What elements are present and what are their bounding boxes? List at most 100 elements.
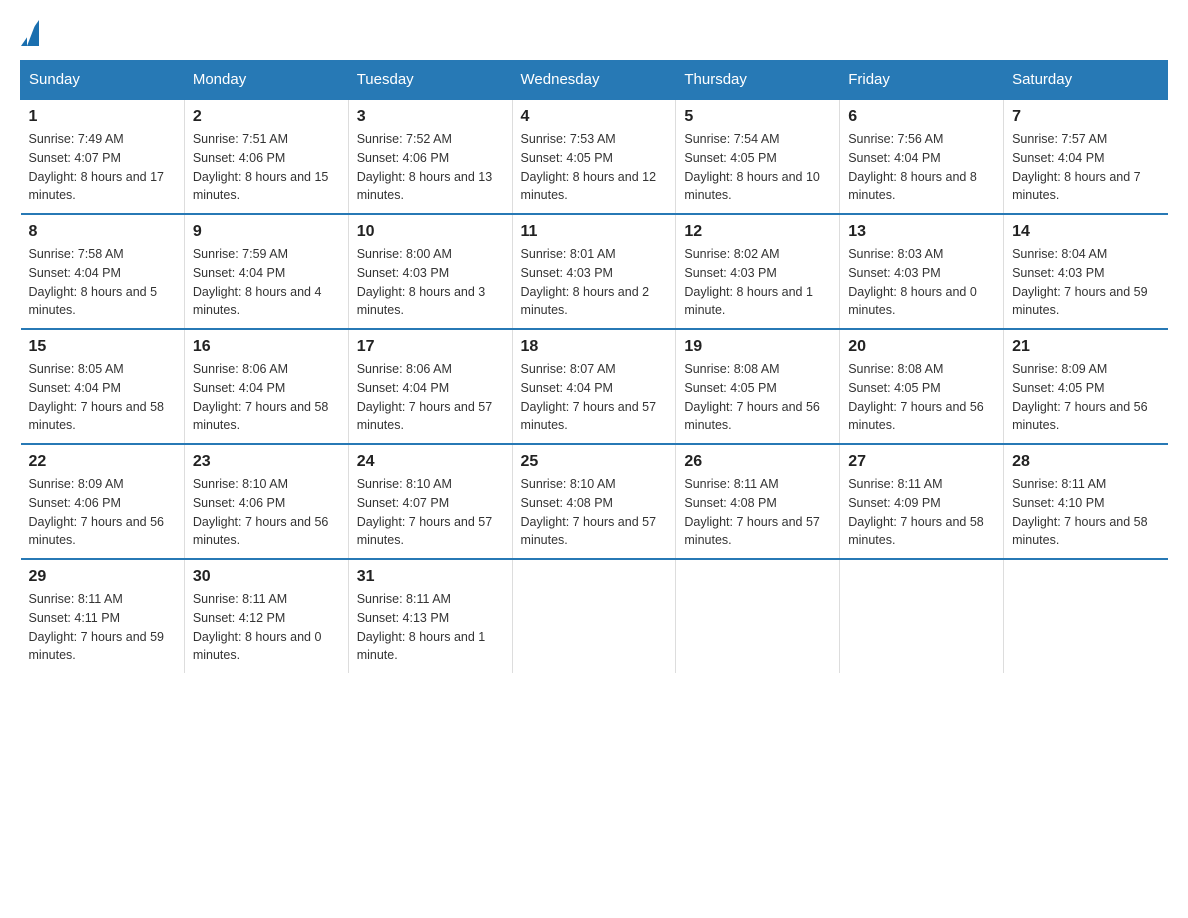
day-info: Sunrise: 8:09 AMSunset: 4:06 PMDaylight:… bbox=[29, 475, 176, 550]
day-number: 17 bbox=[357, 338, 504, 356]
header-saturday: Saturday bbox=[1004, 61, 1168, 100]
table-row: 17 Sunrise: 8:06 AMSunset: 4:04 PMDayligh… bbox=[348, 329, 512, 444]
day-info: Sunrise: 7:56 AMSunset: 4:04 PMDaylight:… bbox=[848, 130, 995, 205]
day-info: Sunrise: 7:53 AMSunset: 4:05 PMDaylight:… bbox=[521, 130, 668, 205]
day-number: 4 bbox=[521, 108, 668, 126]
day-info: Sunrise: 8:06 AMSunset: 4:04 PMDaylight:… bbox=[357, 360, 504, 435]
table-row: 1Sunrise: 7:49 AMSunset: 4:07 PMDaylight… bbox=[21, 99, 185, 214]
day-number: 24 bbox=[357, 453, 504, 471]
table-row: 9 Sunrise: 7:59 AMSunset: 4:04 PMDaylight… bbox=[184, 214, 348, 329]
table-row: 29Sunrise: 8:11 AMSunset: 4:11 PMDayligh… bbox=[21, 559, 185, 673]
table-row: 20 Sunrise: 8:08 AMSunset: 4:05 PMDayligh… bbox=[840, 329, 1004, 444]
day-number: 28 bbox=[1012, 453, 1159, 471]
day-info: Sunrise: 8:08 AMSunset: 4:05 PMDaylight:… bbox=[848, 360, 995, 435]
day-info: Sunrise: 8:03 AMSunset: 4:03 PMDaylight:… bbox=[848, 245, 995, 320]
table-row: 11 Sunrise: 8:01 AMSunset: 4:03 PMDayligh… bbox=[512, 214, 676, 329]
calendar-week-row: 29Sunrise: 8:11 AMSunset: 4:11 PMDayligh… bbox=[21, 559, 1168, 673]
table-row bbox=[676, 559, 840, 673]
table-row: 14 Sunrise: 8:04 AMSunset: 4:03 PMDayligh… bbox=[1004, 214, 1168, 329]
table-row: 8Sunrise: 7:58 AMSunset: 4:04 PMDaylight… bbox=[21, 214, 185, 329]
day-info: Sunrise: 8:10 AMSunset: 4:06 PMDaylight:… bbox=[193, 475, 340, 550]
day-info: Sunrise: 8:06 AMSunset: 4:04 PMDaylight:… bbox=[193, 360, 340, 435]
day-info: Sunrise: 8:04 AMSunset: 4:03 PMDaylight:… bbox=[1012, 245, 1159, 320]
day-number: 31 bbox=[357, 568, 504, 586]
day-number: 18 bbox=[521, 338, 668, 356]
day-number: 29 bbox=[29, 568, 176, 586]
day-number: 30 bbox=[193, 568, 340, 586]
day-info: Sunrise: 7:51 AMSunset: 4:06 PMDaylight:… bbox=[193, 130, 340, 205]
header-monday: Monday bbox=[184, 61, 348, 100]
table-row: 12 Sunrise: 8:02 AMSunset: 4:03 PMDayligh… bbox=[676, 214, 840, 329]
day-number: 10 bbox=[357, 223, 504, 241]
header-wednesday: Wednesday bbox=[512, 61, 676, 100]
table-row: 27 Sunrise: 8:11 AMSunset: 4:09 PMDayligh… bbox=[840, 444, 1004, 559]
table-row: 4 Sunrise: 7:53 AMSunset: 4:05 PMDaylight… bbox=[512, 99, 676, 214]
table-row: 31 Sunrise: 8:11 AMSunset: 4:13 PMDayligh… bbox=[348, 559, 512, 673]
table-row: 23 Sunrise: 8:10 AMSunset: 4:06 PMDayligh… bbox=[184, 444, 348, 559]
table-row: 30 Sunrise: 8:11 AMSunset: 4:12 PMDayligh… bbox=[184, 559, 348, 673]
header-tuesday: Tuesday bbox=[348, 61, 512, 100]
day-info: Sunrise: 8:11 AMSunset: 4:13 PMDaylight:… bbox=[357, 590, 504, 665]
table-row: 6 Sunrise: 7:56 AMSunset: 4:04 PMDaylight… bbox=[840, 99, 1004, 214]
table-row: 10 Sunrise: 8:00 AMSunset: 4:03 PMDayligh… bbox=[348, 214, 512, 329]
day-number: 11 bbox=[521, 223, 668, 241]
calendar-week-row: 1Sunrise: 7:49 AMSunset: 4:07 PMDaylight… bbox=[21, 99, 1168, 214]
table-row: 22 Sunrise: 8:09 AMSunset: 4:06 PMDayligh… bbox=[21, 444, 185, 559]
table-row: 24 Sunrise: 8:10 AMSunset: 4:07 PMDayligh… bbox=[348, 444, 512, 559]
header-sunday: Sunday bbox=[21, 61, 185, 100]
calendar-table: Sunday Monday Tuesday Wednesday Thursday… bbox=[20, 60, 1168, 673]
day-number: 7 bbox=[1012, 108, 1159, 126]
day-info: Sunrise: 7:49 AMSunset: 4:07 PMDaylight:… bbox=[29, 130, 176, 205]
table-row: 2 Sunrise: 7:51 AMSunset: 4:06 PMDaylight… bbox=[184, 99, 348, 214]
table-row bbox=[1004, 559, 1168, 673]
day-info: Sunrise: 7:57 AMSunset: 4:04 PMDaylight:… bbox=[1012, 130, 1159, 205]
table-row: 28Sunrise: 8:11 AMSunset: 4:10 PMDayligh… bbox=[1004, 444, 1168, 559]
day-info: Sunrise: 8:07 AMSunset: 4:04 PMDaylight:… bbox=[521, 360, 668, 435]
day-info: Sunrise: 7:59 AMSunset: 4:04 PMDaylight:… bbox=[193, 245, 340, 320]
table-row: 7 Sunrise: 7:57 AMSunset: 4:04 PMDaylight… bbox=[1004, 99, 1168, 214]
table-row: 16 Sunrise: 8:06 AMSunset: 4:04 PMDayligh… bbox=[184, 329, 348, 444]
day-info: Sunrise: 8:11 AMSunset: 4:09 PMDaylight:… bbox=[848, 475, 995, 550]
day-info: Sunrise: 8:05 AMSunset: 4:04 PMDaylight:… bbox=[29, 360, 176, 435]
table-row: 19Sunrise: 8:08 AMSunset: 4:05 PMDayligh… bbox=[676, 329, 840, 444]
day-info: Sunrise: 7:52 AMSunset: 4:06 PMDaylight:… bbox=[357, 130, 504, 205]
day-number: 21 bbox=[1012, 338, 1159, 356]
day-number: 25 bbox=[521, 453, 668, 471]
day-info: Sunrise: 8:08 AMSunset: 4:05 PMDaylight:… bbox=[684, 360, 831, 435]
calendar-week-row: 22 Sunrise: 8:09 AMSunset: 4:06 PMDayligh… bbox=[21, 444, 1168, 559]
day-number: 20 bbox=[848, 338, 995, 356]
table-row: 5 Sunrise: 7:54 AMSunset: 4:05 PMDaylight… bbox=[676, 99, 840, 214]
day-info: Sunrise: 8:11 AMSunset: 4:08 PMDaylight:… bbox=[684, 475, 831, 550]
day-number: 6 bbox=[848, 108, 995, 126]
day-number: 16 bbox=[193, 338, 340, 356]
calendar-header-row: Sunday Monday Tuesday Wednesday Thursday… bbox=[21, 61, 1168, 100]
day-number: 5 bbox=[684, 108, 831, 126]
table-row: 25 Sunrise: 8:10 AMSunset: 4:08 PMDayligh… bbox=[512, 444, 676, 559]
day-number: 22 bbox=[29, 453, 176, 471]
day-number: 27 bbox=[848, 453, 995, 471]
day-number: 23 bbox=[193, 453, 340, 471]
table-row bbox=[840, 559, 1004, 673]
calendar-week-row: 8Sunrise: 7:58 AMSunset: 4:04 PMDaylight… bbox=[21, 214, 1168, 329]
day-info: Sunrise: 7:54 AMSunset: 4:05 PMDaylight:… bbox=[684, 130, 831, 205]
day-number: 3 bbox=[357, 108, 504, 126]
day-number: 12 bbox=[684, 223, 831, 241]
table-row: 18 Sunrise: 8:07 AMSunset: 4:04 PMDayligh… bbox=[512, 329, 676, 444]
table-row: 15Sunrise: 8:05 AMSunset: 4:04 PMDayligh… bbox=[21, 329, 185, 444]
day-info: Sunrise: 8:10 AMSunset: 4:07 PMDaylight:… bbox=[357, 475, 504, 550]
day-info: Sunrise: 8:10 AMSunset: 4:08 PMDaylight:… bbox=[521, 475, 668, 550]
day-number: 26 bbox=[684, 453, 831, 471]
day-number: 2 bbox=[193, 108, 340, 126]
day-number: 9 bbox=[193, 223, 340, 241]
day-number: 13 bbox=[848, 223, 995, 241]
calendar-week-row: 15Sunrise: 8:05 AMSunset: 4:04 PMDayligh… bbox=[21, 329, 1168, 444]
day-info: Sunrise: 8:02 AMSunset: 4:03 PMDaylight:… bbox=[684, 245, 831, 320]
day-info: Sunrise: 8:11 AMSunset: 4:12 PMDaylight:… bbox=[193, 590, 340, 665]
table-row: 13 Sunrise: 8:03 AMSunset: 4:03 PMDayligh… bbox=[840, 214, 1004, 329]
day-info: Sunrise: 8:01 AMSunset: 4:03 PMDaylight:… bbox=[521, 245, 668, 320]
day-number: 8 bbox=[29, 223, 176, 241]
header-thursday: Thursday bbox=[676, 61, 840, 100]
day-number: 14 bbox=[1012, 223, 1159, 241]
day-info: Sunrise: 8:00 AMSunset: 4:03 PMDaylight:… bbox=[357, 245, 504, 320]
page-header bbox=[20, 20, 1168, 44]
